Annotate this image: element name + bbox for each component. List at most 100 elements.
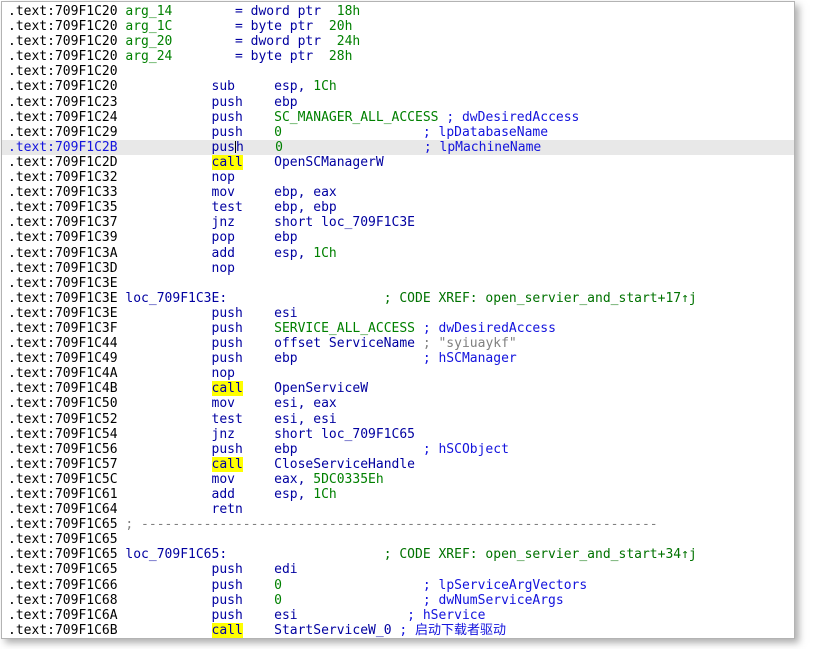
asm-line[interactable]: .text:709F1C23 push ebp	[2, 95, 794, 110]
auto-comment: ; lpDatabaseName	[282, 125, 548, 140]
code-text: = dword ptr	[172, 34, 336, 49]
code-text	[118, 155, 212, 170]
constant-value: arg_20	[118, 34, 173, 49]
constant-value: arg_1C	[118, 19, 173, 34]
asm-line[interactable]: .text:709F1C37 jnz short loc_709F1C3E	[2, 215, 794, 230]
asm-line[interactable]: .text:709F1C68 push 0 ; dwNumServiceArgs	[2, 593, 794, 608]
address: .text:709F1C44	[8, 336, 118, 351]
code-text: push edi	[118, 562, 298, 577]
address-current-line: .text:709F1C2B	[8, 140, 118, 155]
asm-line[interactable]: .text:709F1C39 pop ebp	[2, 230, 794, 245]
asm-line[interactable]: .text:709F1C57 call CloseServiceHandle	[2, 457, 794, 472]
constant-value: 18h	[337, 4, 360, 19]
constant-value: 20h	[329, 19, 352, 34]
asm-line[interactable]: .text:709F1C2D call OpenSCManagerW	[2, 155, 794, 170]
asm-line[interactable]: .text:709F1C3E	[2, 276, 794, 291]
constant-value: 0	[274, 578, 282, 593]
code-text: push	[118, 578, 275, 593]
asm-line[interactable]: .text:709F1C66 push 0 ; lpServiceArgVect…	[2, 578, 794, 593]
asm-line[interactable]: .text:709F1C3F push SERVICE_ALL_ACCESS ;…	[2, 321, 794, 336]
asm-line[interactable]: .text:709F1C3A add esp, 1Ch	[2, 246, 794, 261]
asm-line[interactable]: .text:709F1C3E loc_709F1C3E: ; CODE XREF…	[2, 291, 794, 306]
address: .text:709F1C24	[8, 110, 118, 125]
code-text	[118, 623, 212, 638]
address: .text:709F1C6A	[8, 608, 118, 623]
code-text: push	[118, 110, 275, 125]
asm-line[interactable]: .text:709F1C65	[2, 532, 794, 547]
code-text: = dword ptr	[172, 4, 336, 19]
code-text: jnz short loc_709F1C3E	[118, 215, 415, 230]
address: .text:709F1C20	[8, 19, 118, 34]
address: .text:709F1C68	[8, 593, 118, 608]
code-text: retn	[118, 502, 243, 517]
constant-value: arg_24	[118, 49, 173, 64]
address: .text:709F1C52	[8, 412, 118, 427]
asm-line[interactable]: .text:709F1C20	[2, 64, 794, 79]
constant-value: 1Ch	[313, 246, 336, 261]
asm-line[interactable]: .text:709F1C44 push offset ServiceName ;…	[2, 336, 794, 351]
address: .text:709F1C50	[8, 396, 118, 411]
code-text: pus	[118, 140, 235, 155]
asm-line[interactable]: .text:709F1C6B call StartServiceW_0 ; 启动…	[2, 623, 794, 638]
asm-line[interactable]: .text:709F1C4A nop	[2, 366, 794, 381]
code-text: push esi	[118, 306, 298, 321]
code-text: CloseServiceHandle	[243, 457, 415, 472]
asm-line[interactable]: .text:709F1C52 test esi, esi	[2, 412, 794, 427]
address: .text:709F1C32	[8, 170, 118, 185]
address: .text:709F1C65	[8, 547, 118, 562]
asm-line[interactable]: .text:709F1C65 loc_709F1C65: ; CODE XREF…	[2, 547, 794, 562]
address: .text:709F1C65	[8, 517, 118, 532]
asm-line[interactable]: .text:709F1C65 ; -----------------------…	[2, 517, 794, 532]
asm-line[interactable]: .text:709F1C24 push SC_MANAGER_ALL_ACCES…	[2, 110, 794, 125]
asm-line[interactable]: .text:709F1C3E push esi	[2, 306, 794, 321]
constant-value: arg_14	[118, 4, 173, 19]
asm-line[interactable]: .text:709F1C65 push edi	[2, 562, 794, 577]
address: .text:709F1C37	[8, 215, 118, 230]
asm-line[interactable]: .text:709F1C20 arg_1C = byte ptr 20h	[2, 19, 794, 34]
address: .text:709F1C4B	[8, 381, 118, 396]
asm-line[interactable]: .text:709F1C56 push ebp ; hSCObject	[2, 442, 794, 457]
asm-line[interactable]: .text:709F1C33 mov ebp, eax	[2, 185, 794, 200]
xref-comment: ; CODE XREF: open_servier_and_start+17↑j	[227, 291, 697, 306]
ida-disassembly-window: .text:709F1C20 arg_14 = dword ptr 18h.te…	[1, 1, 795, 639]
code-text	[118, 381, 212, 396]
code-text: push offset ServiceName	[118, 336, 423, 351]
highlighted-call-mnemonic: call	[212, 623, 243, 638]
code-text: StartServiceW_0	[243, 623, 400, 638]
constant-value: 28h	[329, 49, 352, 64]
auto-comment: ; 启动下载者驱动	[399, 623, 506, 638]
asm-line[interactable]: .text:709F1C4B call OpenServiceW	[2, 381, 794, 396]
address: .text:709F1C3E	[8, 291, 118, 306]
asm-line[interactable]: .text:709F1C20 arg_20 = dword ptr 24h	[2, 34, 794, 49]
asm-line[interactable]: .text:709F1C5C mov eax, 5DC0335Eh	[2, 472, 794, 487]
asm-line[interactable]: .text:709F1C54 jnz short loc_709F1C65	[2, 427, 794, 442]
code-text: OpenServiceW	[243, 381, 368, 396]
asm-line[interactable]: .text:709F1C64 retn	[2, 502, 794, 517]
address: .text:709F1C66	[8, 578, 118, 593]
asm-line[interactable]: .text:709F1C20 arg_24 = byte ptr 28h	[2, 49, 794, 64]
asm-line[interactable]: .text:709F1C29 push 0 ; lpDatabaseName	[2, 125, 794, 140]
disassembly-view[interactable]: .text:709F1C20 arg_14 = dword ptr 18h.te…	[2, 4, 794, 638]
address: .text:709F1C64	[8, 502, 118, 517]
asm-line[interactable]: .text:709F1C20 arg_14 = dword ptr 18h	[2, 4, 794, 19]
gray-comment: ; --------------------------------------…	[118, 517, 658, 532]
asm-line[interactable]: .text:709F1C49 push ebp ; hSCManager	[2, 351, 794, 366]
address: .text:709F1C3D	[8, 261, 118, 276]
asm-line[interactable]: .text:709F1C6A push esi ; hService	[2, 608, 794, 623]
xref-comment: ; CODE XREF: open_servier_and_start+34↑j	[227, 547, 697, 562]
asm-line[interactable]: .text:709F1C20 sub esp, 1Ch	[2, 79, 794, 94]
code-text: nop	[118, 170, 235, 185]
address: .text:709F1C3E	[8, 276, 118, 291]
code-text: push ebp	[118, 351, 298, 366]
asm-line[interactable]: .text:709F1C35 test ebp, ebp	[2, 200, 794, 215]
auto-comment: ; dwDesiredAccess	[415, 321, 556, 336]
asm-line[interactable]: .text:709F1C61 add esp, 1Ch	[2, 487, 794, 502]
address: .text:709F1C2D	[8, 155, 118, 170]
address: .text:709F1C5C	[8, 472, 118, 487]
asm-line[interactable]: .text:709F1C3D nop	[2, 261, 794, 276]
code-text: pop ebp	[118, 230, 298, 245]
asm-line-current[interactable]: .text:709F1C2B push 0 ; lpMachineName	[2, 140, 794, 155]
asm-line[interactable]: .text:709F1C32 nop	[2, 170, 794, 185]
asm-line[interactable]: .text:709F1C50 mov esi, eax	[2, 396, 794, 411]
address: .text:709F1C20	[8, 34, 118, 49]
